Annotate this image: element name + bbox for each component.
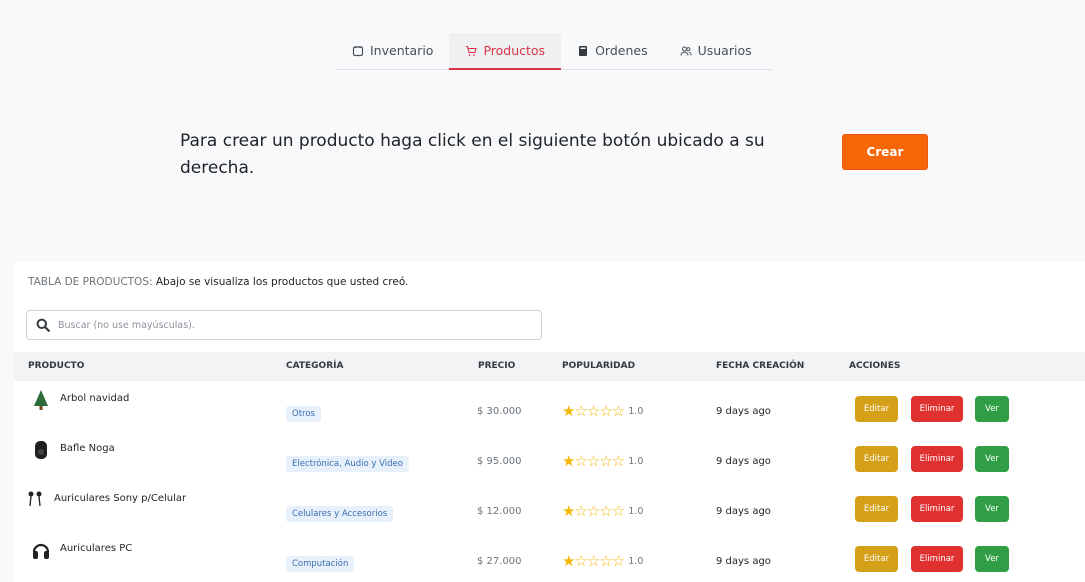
header-categoria: CATEGORÍA	[286, 361, 344, 371]
cart-icon	[466, 45, 478, 56]
users-icon	[680, 46, 692, 56]
tree-product-image	[34, 390, 48, 410]
created-date: 9 days ago	[716, 456, 771, 467]
table-title: TABLA DE PRODUCTOS: Abajo se visualiza l…	[28, 276, 408, 288]
view-button[interactable]: Ver	[975, 496, 1009, 522]
view-button[interactable]: Ver	[975, 446, 1009, 472]
search-box	[26, 310, 542, 340]
category-badge: Computación	[286, 556, 355, 572]
table-title-description: Abajo se visualiza los productos que ust…	[152, 276, 409, 288]
delete-button[interactable]: Eliminar	[911, 396, 963, 422]
tab-label: Usuarios	[697, 43, 752, 58]
edit-button[interactable]: Editar	[855, 546, 898, 572]
edit-button[interactable]: Editar	[855, 496, 898, 522]
table-title-prefix: TABLA DE PRODUCTOS:	[28, 276, 153, 288]
create-instructions: Para crear un producto haga click en el …	[180, 131, 765, 178]
product-name: Auriculares PC	[60, 543, 133, 554]
inventory-icon	[352, 45, 364, 56]
tab-ordenes[interactable]: Ordenes	[561, 33, 664, 68]
rating-value: 1.0	[628, 405, 644, 417]
product-price: $ 12.000	[477, 506, 522, 517]
search-input[interactable]	[56, 318, 540, 332]
search-icon	[36, 318, 50, 332]
tab-label: Productos	[483, 43, 546, 58]
category-badge: Otros	[286, 406, 321, 422]
table-row: Bafle Noga Electrónica, Audio y Video $ …	[14, 431, 1085, 482]
product-name: Arbol navidad	[60, 393, 130, 404]
star-empty-icons: ☆☆☆☆	[574, 502, 625, 520]
tab-productos[interactable]: Productos	[449, 33, 562, 70]
rating-stars: ★ ☆☆☆☆ 1.0	[562, 402, 643, 420]
category-badge: Celulares y Accesorios	[286, 506, 394, 522]
create-button[interactable]: Crear	[842, 134, 928, 170]
product-price: $ 95.000	[477, 456, 522, 467]
tab-usuarios[interactable]: Usuarios	[664, 33, 768, 68]
star-empty-icons: ☆☆☆☆	[574, 552, 625, 570]
header-popularidad: POPULARIDAD	[562, 361, 636, 371]
product-price: $ 30.000	[477, 406, 522, 417]
star-filled-icon: ★	[562, 452, 575, 470]
star-filled-icon: ★	[562, 502, 575, 520]
table-header: PRODUCTO CATEGORÍA PRECIO POPULARIDAD FE…	[14, 352, 1085, 381]
table-row: Auriculares PC Computación $ 27.000 ★ ☆☆☆…	[14, 531, 1085, 581]
view-button[interactable]: Ver	[975, 546, 1009, 572]
star-filled-icon: ★	[562, 552, 575, 570]
created-date: 9 days ago	[716, 506, 771, 517]
delete-button[interactable]: Eliminar	[911, 546, 963, 572]
tab-label: Ordenes	[595, 43, 648, 58]
header-precio: PRECIO	[478, 361, 516, 371]
rating-stars: ★ ☆☆☆☆ 1.0	[562, 552, 643, 570]
table-row: Arbol navidad Otros $ 30.000 ★ ☆☆☆☆ 1.0 9 …	[14, 381, 1085, 432]
edit-button[interactable]: Editar	[855, 446, 898, 472]
edit-button[interactable]: Editar	[855, 396, 898, 422]
created-date: 9 days ago	[716, 556, 771, 567]
rating-value: 1.0	[628, 555, 644, 567]
speaker-product-image	[35, 441, 47, 459]
table-row: Auriculares Sony p/Celular Celulares y A…	[14, 481, 1085, 532]
nav-tabs: Inventario Productos Ordenes Usuarios	[336, 33, 773, 70]
delete-button[interactable]: Eliminar	[911, 496, 963, 522]
header-acciones: ACCIONES	[849, 361, 901, 371]
tab-label: Inventario	[370, 43, 434, 58]
earphones-product-image	[28, 491, 42, 507]
created-date: 9 days ago	[716, 406, 771, 417]
tab-inventario[interactable]: Inventario	[336, 33, 449, 68]
headset-product-image	[32, 543, 50, 559]
product-name: Auriculares Sony p/Celular	[54, 493, 187, 504]
rating-value: 1.0	[628, 505, 644, 517]
view-button[interactable]: Ver	[975, 396, 1009, 422]
star-filled-icon: ★	[562, 402, 575, 420]
delete-button[interactable]: Eliminar	[911, 446, 963, 472]
rating-stars: ★ ☆☆☆☆ 1.0	[562, 502, 643, 520]
rating-value: 1.0	[628, 455, 644, 467]
star-empty-icons: ☆☆☆☆	[574, 402, 625, 420]
header-fecha: FECHA CREACIÓN	[716, 361, 805, 371]
header-producto: PRODUCTO	[28, 361, 85, 371]
book-icon	[579, 45, 588, 56]
product-price: $ 27.000	[477, 556, 522, 567]
rating-stars: ★ ☆☆☆☆ 1.0	[562, 452, 643, 470]
product-name: Bafle Noga	[60, 443, 115, 454]
star-empty-icons: ☆☆☆☆	[574, 452, 625, 470]
category-badge: Electrónica, Audio y Video	[286, 456, 409, 472]
